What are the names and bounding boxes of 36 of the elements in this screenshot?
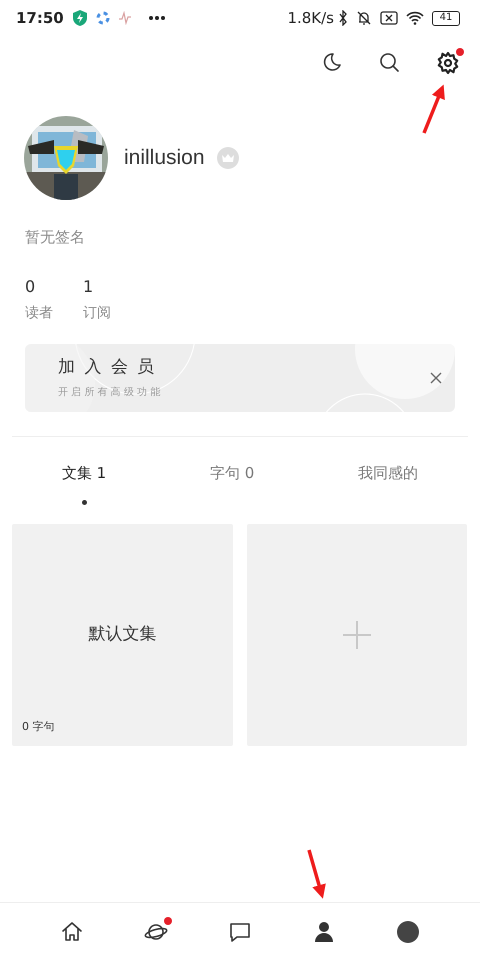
selected-indicator [82,500,87,504]
signature-text: 暂无签名 [24,227,86,248]
more-icon [148,15,166,21]
muted-bell-icon [356,10,372,26]
person-icon[interactable] [312,920,336,944]
home-icon[interactable] [60,920,84,944]
tab[interactable]: 我同感的 [358,454,418,494]
circle-icon[interactable] [396,920,420,944]
plus-icon [342,620,372,650]
bluetooth-icon [338,10,348,26]
notification-dot [456,48,464,56]
status-time: 17:50 [16,8,64,29]
app-icon [96,11,110,25]
sim-icon [380,11,398,25]
tab[interactable]: 字句 0 [210,454,254,494]
settings-icon[interactable] [436,51,460,75]
username: inillusion [124,145,205,172]
sentence-count: 0 字句 [22,719,54,735]
member-banner[interactable]: 加 入 会 员 开 启 所 有 高 级 功 能 [25,344,455,412]
shield-icon [72,9,88,27]
stat-label: 订阅 [83,304,111,322]
battery-icon: 41 [432,10,460,26]
collection-title: 默认文集 [88,622,156,646]
banner-subtitle: 开 启 所 有 高 级 功 能 [58,386,160,400]
collection-card[interactable]: 默认文集 0 字句 [12,524,232,746]
wave-icon [118,11,132,25]
banner-title: 加 入 会 员 [58,356,158,380]
stat-value: 1 [83,276,94,298]
tab[interactable]: 文集 1 [62,454,106,494]
wifi-icon [406,11,424,25]
stat-label: 读者 [25,304,53,322]
network-speed: 1.8K/s [287,8,334,29]
crown-icon [216,147,239,169]
stat-value: 0 [25,276,36,298]
close-icon[interactable] [430,372,442,384]
notification-dot [164,916,172,924]
